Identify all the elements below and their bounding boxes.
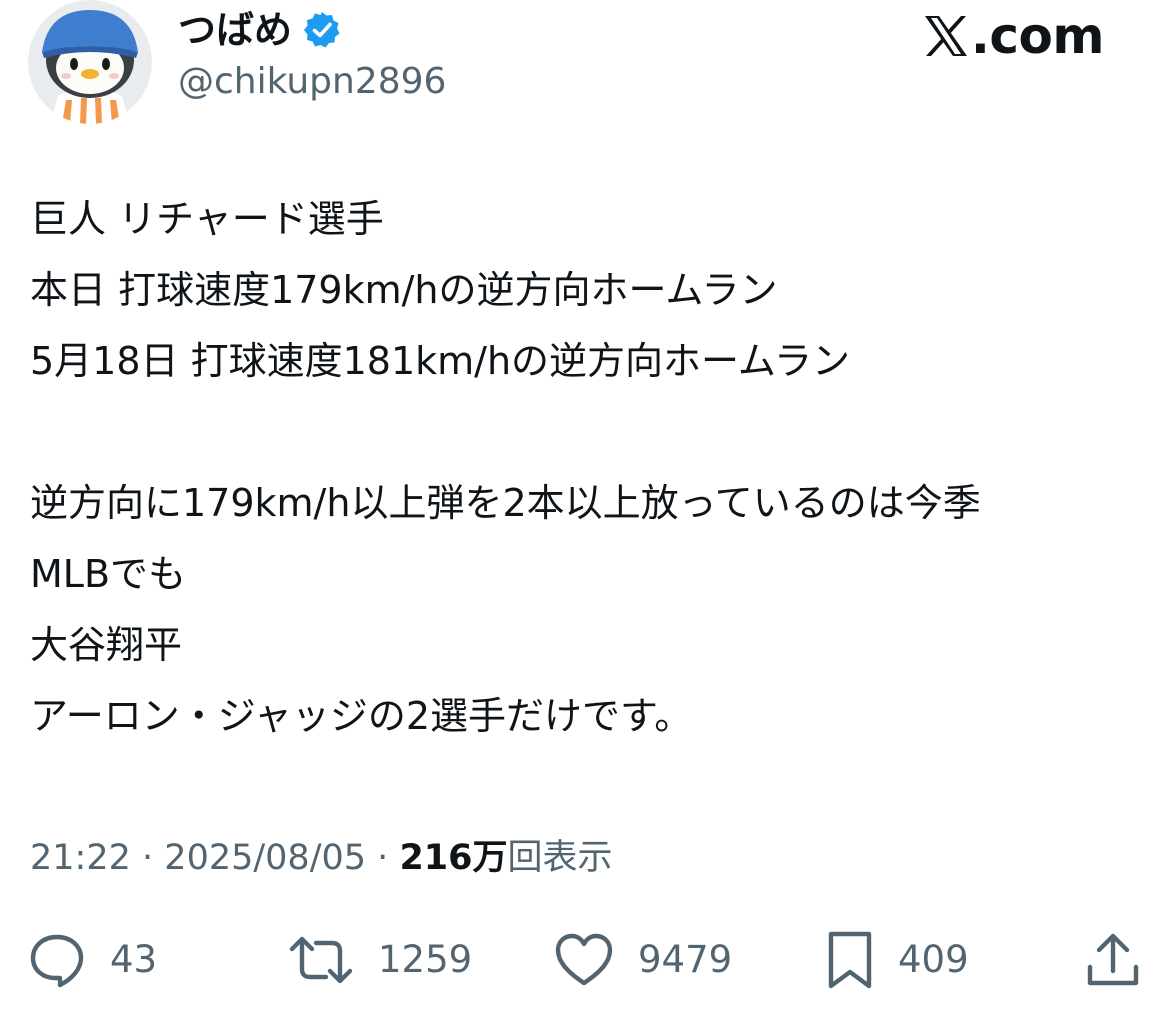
bookmark-icon [828, 931, 872, 989]
repost-count: 1259 [378, 938, 473, 981]
views-label: 回表示 [507, 838, 613, 878]
verified-badge-icon [302, 10, 342, 50]
tweet-line: 逆方向に179km/h以上弾を2本以上放っているのは今季 [30, 481, 981, 525]
avatar[interactable] [28, 0, 152, 124]
x-logo-icon [923, 14, 969, 58]
share-icon [1087, 933, 1139, 986]
tweet-line: MLBでも [30, 552, 187, 596]
meta-separator: · [142, 838, 154, 878]
tweet-line: 5月18日 打球速度181km/hの逆方向ホームラン [30, 339, 851, 383]
tweet-line: 本日 打球速度179km/hの逆方向ホームラン [30, 268, 778, 312]
repost-icon [289, 936, 353, 984]
heart-icon [555, 933, 613, 986]
penguin-avatar-icon [28, 0, 152, 124]
meta-separator: · [377, 838, 389, 878]
tweet-date[interactable]: 2025/08/05 [164, 838, 366, 878]
repost-button[interactable]: 1259 [288, 925, 472, 995]
reply-button[interactable]: 43 [28, 925, 157, 995]
views-count: 216万 [399, 838, 508, 878]
share-button[interactable] [1084, 925, 1142, 995]
user-handle[interactable]: @chikupn2896 [178, 60, 446, 104]
tweet-line: 大谷翔平 [30, 623, 183, 667]
like-button[interactable]: 9479 [554, 925, 732, 995]
tweet-line: アーロン・ジャッジの2選手だけです。 [30, 694, 693, 738]
display-name-row[interactable]: つばめ [178, 8, 342, 52]
action-bar: 43 1259 9479 409 [0, 925, 1170, 995]
tweet-time[interactable]: 21:22 [30, 838, 131, 878]
tweet-text: 巨人 リチャード選手 本日 打球速度179km/hの逆方向ホームラン 5月18日… [30, 184, 1150, 752]
site-logo-text: .com [970, 7, 1105, 65]
like-count: 9479 [638, 938, 733, 981]
site-logo: .com [923, 7, 1105, 65]
reply-icon [30, 934, 84, 988]
display-name[interactable]: つばめ [178, 8, 292, 52]
reply-count: 43 [110, 938, 158, 981]
tweet-line: 巨人 リチャード選手 [30, 197, 384, 241]
bookmark-count: 409 [898, 938, 969, 981]
bookmark-button[interactable]: 409 [826, 925, 969, 995]
tweet-meta: 21:22 · 2025/08/05 · 216万回表示 [30, 834, 613, 882]
